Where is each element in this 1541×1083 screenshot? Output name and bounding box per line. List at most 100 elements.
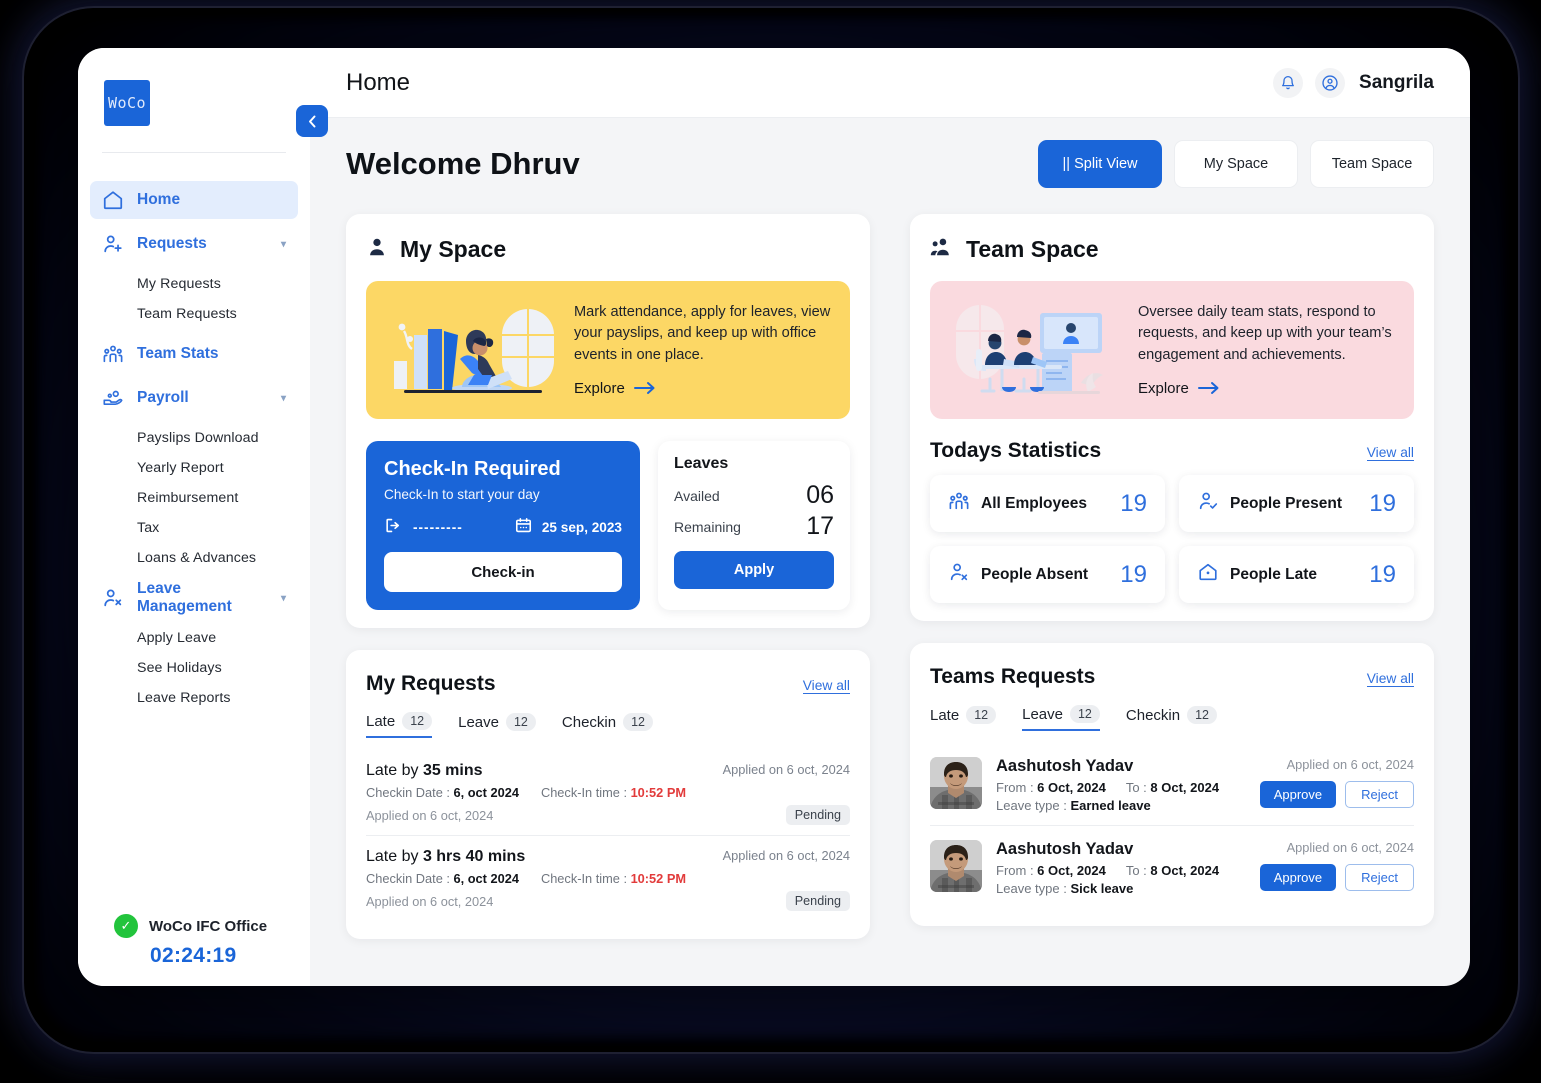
avatar (930, 757, 982, 809)
request-title: Late by 35 mins (366, 762, 483, 780)
checkin-button[interactable]: Check-in (384, 552, 622, 592)
request-applied-bottom: Applied on 6 oct, 2024 (366, 807, 494, 823)
request-actions: Applied on 6 oct, 2024 Approve Reject (1259, 840, 1414, 896)
sidebar-subitem-tax[interactable]: Tax (90, 513, 298, 543)
request-title-prefix: Late by (366, 848, 423, 865)
stat-card-all-employees[interactable]: All Employees 19 (930, 475, 1165, 532)
sidebar-collapse-button[interactable] (296, 105, 328, 137)
statistics-view-all[interactable]: View all (1366, 445, 1414, 461)
checkin-time-label: Check-In time : (540, 785, 631, 800)
list-item[interactable]: Late by 3 hrs 40 mins Applied on 6 oct, … (366, 836, 850, 921)
bell-icon[interactable] (1273, 67, 1304, 98)
chevron-down-icon: ▾ (280, 238, 286, 250)
user-name[interactable]: Sangrila (1359, 72, 1434, 94)
sidebar-subitem-see-holidays[interactable]: See Holidays (90, 653, 298, 683)
stat-value: 19 (1369, 489, 1396, 517)
user-circle-icon[interactable] (1315, 67, 1346, 98)
explore-label: Explore (574, 379, 625, 397)
applied-date: Applied on 6 oct, 2024 (1286, 757, 1414, 772)
stat-label: People Absent (981, 565, 1089, 583)
tab-count: 12 (505, 713, 536, 731)
leaves-availed-value: 06 (806, 481, 834, 509)
checkin-date-value: 6, oct 2024 (453, 871, 519, 886)
topbar: Home Sangrila (310, 48, 1470, 118)
tab-count: 12 (402, 712, 433, 730)
meeting-illustration (938, 291, 1138, 409)
sidebar-subitem-payslips-download[interactable]: Payslips Download (90, 423, 298, 453)
topbar-actions: Sangrila (1273, 67, 1434, 98)
tab-checkin[interactable]: Checkin 12 (1126, 705, 1217, 731)
sidebar-subitem-loans-advances[interactable]: Loans & Advances (90, 543, 298, 573)
checkin-date-label: Checkin Date : (366, 785, 454, 800)
apply-leave-button[interactable]: Apply (674, 551, 834, 589)
tab-checkin[interactable]: Checkin 12 (562, 712, 653, 738)
sidebar-item-team-stats[interactable]: Team Stats (90, 335, 298, 373)
request-title: Late by 3 hrs 40 mins (366, 848, 525, 866)
tab-leave[interactable]: Leave 12 (1022, 705, 1100, 731)
view-button-split[interactable]: || Split View (1038, 140, 1162, 188)
list-item[interactable]: Late by 35 mins Applied on 6 oct, 2024 C… (366, 750, 850, 836)
leave-from: From : 6 Oct, 2024 (996, 863, 1106, 878)
approve-button[interactable]: Approve (1259, 781, 1337, 808)
status-badge: Pending (785, 891, 850, 911)
view-button-my-space[interactable]: My Space (1174, 140, 1298, 188)
tab-leave[interactable]: Leave 12 (458, 712, 536, 738)
request-checkin-date: Checkin Date : 6, oct 2024 (366, 785, 519, 800)
user-plus-icon (102, 233, 124, 255)
stat-card-people-absent[interactable]: People Absent 19 (930, 546, 1165, 603)
stat-card-people-present[interactable]: People Present 19 (1179, 475, 1414, 532)
teams-requests-view-all[interactable]: View all (1366, 671, 1414, 687)
leave-to: To : 8 Oct, 2024 (1126, 780, 1219, 795)
leave-dates: From : 6 Oct, 2024 To : 8 Oct, 2024 (996, 863, 1219, 878)
sidebar-item-leave-management[interactable]: Leave Management ▾ (90, 579, 298, 617)
sidebar-subitem-team-requests[interactable]: Team Requests (90, 299, 298, 329)
employee-name: Aashutosh Yadav (996, 757, 1134, 775)
reject-button[interactable]: Reject (1345, 781, 1414, 808)
my-space-promo-body: Mark attendance, apply for leaves, view … (574, 302, 834, 397)
from-date: 6 Oct, 2024 (1037, 780, 1106, 795)
sidebar-item-requests[interactable]: Requests ▾ (90, 225, 298, 263)
my-requests-view-all[interactable]: View all (802, 678, 850, 694)
my-space-header: My Space (366, 236, 850, 263)
request-applied-bottom: Applied on 6 oct, 2024 (366, 893, 494, 909)
leaves-remaining-label: Remaining (674, 518, 741, 535)
sidebar-subitem-yearly-report[interactable]: Yearly Report (90, 453, 298, 483)
leaves-row-availed: Availed 06 (674, 481, 834, 510)
tab-late[interactable]: Late 12 (366, 712, 433, 738)
sidebar-item-label: Home (137, 191, 181, 208)
my-space-explore-link[interactable]: Explore (574, 380, 656, 397)
from-date: 6 Oct, 2024 (1037, 863, 1106, 878)
team-space-panel: Team Space Oversee daily team stats, res… (910, 214, 1434, 621)
nav-group-payroll: Payroll ▾ Payslips Download Yearly Repor… (90, 379, 298, 573)
app-logo[interactable]: WoCo (104, 80, 150, 126)
avatar (930, 840, 982, 892)
sidebar-subitem-apply-leave[interactable]: Apply Leave (90, 623, 298, 653)
sidebar-divider (102, 152, 286, 153)
view-button-team-space[interactable]: Team Space (1310, 140, 1434, 188)
teams-requests-tabs: Late 12 Leave 12 Checkin 12 (930, 705, 1414, 731)
sidebar-item-payroll[interactable]: Payroll ▾ (90, 379, 298, 417)
my-requests-tabs: Late 12 Leave 12 Checkin 12 (366, 712, 850, 738)
sidebar-subitem-leave-reports[interactable]: Leave Reports (90, 683, 298, 713)
checkin-card: Check-In Required Check-In to start your… (366, 441, 640, 610)
team-space-explore-link[interactable]: Explore (1138, 380, 1220, 397)
request-applied-top: Applied on 6 oct, 2024 (722, 848, 850, 863)
leave-type-value: Earned leave (1070, 798, 1151, 813)
my-space-promo-text: Mark attendance, apply for leaves, view … (574, 304, 831, 363)
team-space-promo-body: Oversee daily team stats, respond to req… (1138, 302, 1398, 397)
sidebar-subitem-my-requests[interactable]: My Requests (90, 269, 298, 299)
sidebar-item-home[interactable]: Home (90, 181, 298, 219)
reject-button[interactable]: Reject (1345, 864, 1414, 891)
team-space-promo: Oversee daily team stats, respond to req… (930, 281, 1414, 419)
leaves-availed-label: Availed (674, 487, 720, 504)
table-row: Aashutosh Yadav From : 6 Oct, 2024 To : … (930, 743, 1414, 826)
checkin-time-value: 10:52 PM (630, 785, 687, 800)
approve-button[interactable]: Approve (1259, 864, 1337, 891)
tab-late[interactable]: Late 12 (930, 705, 997, 731)
leaves-row-remaining: Remaining 17 (674, 512, 834, 541)
stat-card-people-late[interactable]: People Late 19 (1179, 546, 1414, 603)
sidebar-nav: Home Requests ▾ My Requests Team Request… (78, 175, 310, 914)
sidebar-subitem-reimbursement[interactable]: Reimbursement (90, 483, 298, 513)
request-meta: Checkin Date : 6, oct 2024 Check-In time… (366, 785, 850, 800)
my-requests-header: My Requests View all (366, 672, 850, 696)
